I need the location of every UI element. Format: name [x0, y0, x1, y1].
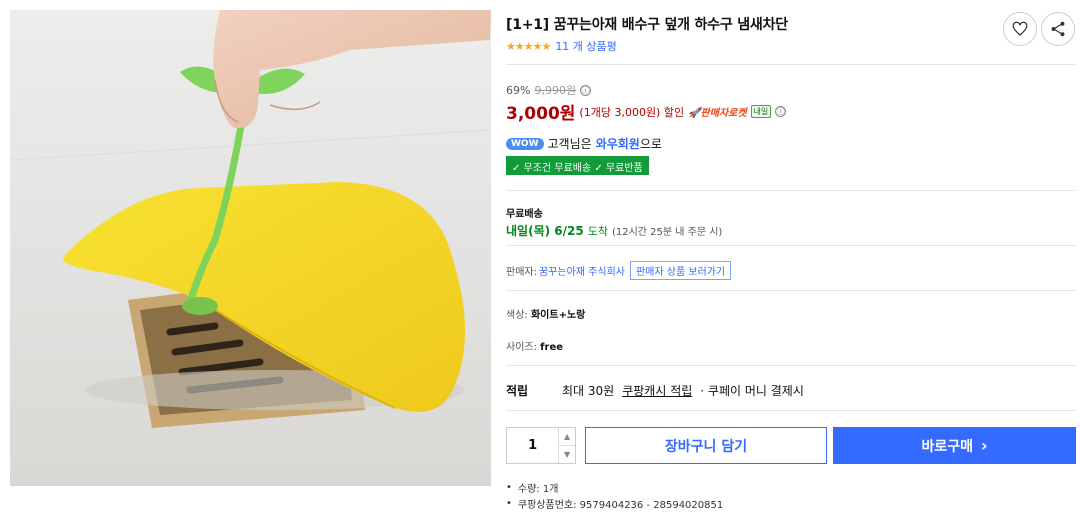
product-info-panel: [1+1] 꿈꾸는아재 배수구 덮개 하수구 냄새차단 ★★★★★ 11 개 상… — [506, 0, 1076, 513]
heart-icon — [1012, 21, 1028, 36]
sale-price: 3,000원 — [506, 104, 576, 124]
info-icon[interactable]: ⓘ — [775, 106, 787, 117]
size-label: 사이즈: — [506, 342, 537, 353]
size-option[interactable]: 사이즈: free — [506, 338, 563, 353]
product-page: [1+1] 꿈꾸는아재 배수구 덮개 하수구 냄새차단 ★★★★★ 11 개 상… — [0, 0, 1080, 513]
shipping-row: 내일(목) 6/25 도착 (12시간 25분 내 주문 시) — [506, 222, 722, 239]
note-product-number: 쿠팡상품번호: 9579404236 - 28594020851 — [506, 495, 723, 511]
membership-text-prefix: 고객님은 — [547, 137, 592, 151]
info-icon[interactable]: ⓘ — [580, 84, 592, 96]
quantity-input[interactable]: 1 — [507, 428, 558, 463]
delivery-arrive: 도착 — [587, 224, 608, 238]
buy-now-button[interactable]: 바로구매 › — [833, 427, 1076, 464]
favorite-button[interactable] — [1003, 12, 1037, 46]
cashback-max: 최대 30원 — [562, 384, 615, 398]
tomorrow-badge: 내일 — [750, 105, 772, 118]
product-image[interactable] — [10, 10, 491, 486]
drain-cover-illustration — [10, 10, 491, 486]
product-notes: 수량: 1개 쿠팡상품번호: 9579404236 - 28594020851 — [506, 479, 723, 511]
seller-label: 판매자: — [506, 267, 537, 278]
rocket-delivery-badge: 🚀판매자로켓 — [688, 108, 747, 119]
buy-now-label: 바로구매 — [921, 438, 973, 455]
quantity-stepper[interactable]: 1 ▲ ▼ — [506, 427, 576, 464]
divider — [506, 190, 1076, 191]
seller-name-link[interactable]: 꿈꾸는아재 주식회사 — [539, 263, 625, 278]
coupang-cash-link[interactable]: 쿠팡캐시 적립 — [622, 382, 692, 399]
price-row: 3,000원 (1개당 3,000원) 할인 🚀판매자로켓 내일 ⓘ — [506, 99, 787, 124]
chevron-right-icon: › — [980, 436, 988, 455]
wow-member-link[interactable]: 와우회원 — [596, 135, 640, 152]
review-count-link[interactable]: 11 개 상품평 — [555, 38, 616, 54]
delivery-condition: (12시간 25분 내 주문 시) — [611, 227, 723, 238]
cashback-suffix: · 쿠페이 머니 결제시 — [700, 384, 804, 398]
shipping-label: 무료배송 — [506, 209, 543, 220]
share-icon — [1051, 21, 1065, 37]
cashback-label: 적립 — [506, 384, 529, 398]
discount-rate: 69% — [506, 83, 531, 97]
quantity-arrows: ▲ ▼ — [558, 428, 575, 463]
membership-text-suffix: 으로 — [639, 137, 662, 151]
divider — [506, 290, 1076, 291]
original-price: 9,990원 — [534, 84, 577, 97]
seller-products-button[interactable]: 판매자 상품 보러가기 — [629, 261, 732, 280]
quantity-down-button[interactable]: ▼ — [559, 445, 575, 463]
delivery-date: 내일(목) 6/25 — [506, 224, 584, 238]
rating-summary[interactable]: ★★★★★ 11 개 상품평 — [506, 38, 617, 54]
wow-membership-row: WOW 고객님은 와우회원 으로 — [506, 135, 662, 152]
size-value: free — [540, 342, 564, 353]
share-button[interactable] — [1041, 12, 1075, 46]
quantity-up-button[interactable]: ▲ — [559, 428, 575, 445]
unit-price: (1개당 3,000원) 할인 — [579, 105, 685, 119]
divider — [506, 365, 1076, 366]
discount-row: 69% 9,990원 ⓘ — [506, 82, 592, 98]
divider — [506, 64, 1076, 65]
note-quantity: 수량: 1개 — [506, 479, 723, 495]
add-to-cart-button[interactable]: 장바구니 담기 — [585, 427, 827, 464]
product-title: [1+1] 꿈꾸는아재 배수구 덮개 하수구 냄새차단 — [506, 17, 788, 33]
benefit-badge: ✓ 무조건 무료배송 ✓ 무료반품 — [506, 156, 649, 175]
divider — [506, 245, 1076, 246]
color-label: 색상: — [506, 310, 528, 321]
wow-badge: WOW — [506, 137, 544, 150]
divider — [506, 410, 1076, 411]
cashback-row: 적립 최대 30원 쿠팡캐시 적립 · 쿠페이 머니 결제시 — [506, 382, 804, 399]
star-rating: ★★★★★ — [506, 39, 551, 53]
color-option[interactable]: 색상: 화이트+노랑 — [506, 306, 585, 321]
seller-row: 판매자: 꿈꾸는아재 주식회사 판매자 상품 보러가기 — [506, 261, 732, 280]
color-value: 화이트+노랑 — [530, 310, 586, 321]
